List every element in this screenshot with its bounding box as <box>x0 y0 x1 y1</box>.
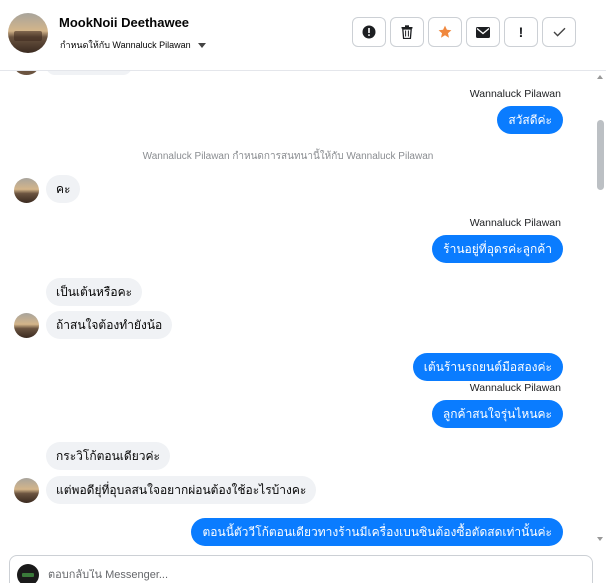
message-thread[interactable]: Wannaluck Pilawan สวัสดีค่ะ Wannaluck Pi… <box>0 71 606 547</box>
delete-button[interactable] <box>390 17 424 47</box>
assignee-label: กำหนดให้กับ Wannaluck Pilawan <box>60 40 191 50</box>
exclamation-icon: ! <box>518 24 524 40</box>
message-bubble-outgoing[interactable]: สวัสดีค่ะ <box>497 106 563 134</box>
trash-icon <box>401 25 413 39</box>
sender-name: Wannaluck Pilawan <box>469 88 561 100</box>
envelope-icon <box>476 26 490 38</box>
scrollbar-thumb[interactable] <box>597 120 604 190</box>
sender-name: Wannaluck Pilawan <box>469 382 561 394</box>
message-bubble-incoming[interactable]: แต่พอดียุ่ที่อุบลสนใจอยากผ่อนต้องใช้อะไร… <box>46 476 317 504</box>
contact-avatar[interactable] <box>8 13 48 53</box>
assignee-dropdown[interactable]: กำหนดให้กับ Wannaluck Pilawan <box>60 38 206 52</box>
mark-done-button[interactable] <box>542 17 576 47</box>
reply-input[interactable] <box>48 569 568 581</box>
scroll-up-icon[interactable] <box>597 75 603 79</box>
contact-avatar-small <box>14 178 39 203</box>
message-bubble-outgoing[interactable]: ลูกค้าสนใจรุ่นไหนคะ <box>431 400 563 428</box>
system-note: Wannaluck Pilawan กำหนดการสนทนานี้ให้กับ… <box>142 151 434 162</box>
message-bubble-incoming[interactable]: ถ้าสนใจต้องทำยังน้อ <box>46 311 173 339</box>
message-bubble-incoming <box>46 71 132 75</box>
contact-avatar-small <box>14 71 39 75</box>
message-bubble-outgoing[interactable]: เต้นร้านรถยนต์มือสองค่ะ <box>412 353 563 381</box>
page-avatar <box>17 564 39 583</box>
contact-avatar-small <box>14 313 39 338</box>
contact-name[interactable]: MookNoii Deethawee <box>59 15 189 30</box>
conversation-toolbar: ! <box>352 17 576 47</box>
check-icon <box>553 27 565 37</box>
reply-composer <box>9 555 593 583</box>
message-bubble-outgoing[interactable]: ตอนนี้ตัววีโก้ตอนเดียวทางร้านมีเครื่องเบ… <box>191 518 563 546</box>
message-bubble-incoming[interactable]: กระวิโก้ตอนเดียวค่ะ <box>46 442 170 470</box>
mark-unread-button[interactable] <box>466 17 500 47</box>
message-bubble-outgoing[interactable]: ร้านอยู่ที่อุดรค่ะลูกค้า <box>432 235 563 263</box>
message-bubble-incoming[interactable]: เป็นเต้นหรือคะ <box>46 278 143 306</box>
chevron-down-icon <box>197 43 206 48</box>
star-button[interactable] <box>428 17 462 47</box>
message-bubble-incoming[interactable]: คะ <box>46 175 81 203</box>
contact-avatar-small <box>14 478 39 503</box>
conversation-header: MookNoii Deethawee กำหนดให้กับ Wannaluck… <box>0 0 606 71</box>
alert-circle-icon <box>362 25 376 39</box>
star-icon <box>438 25 452 38</box>
scroll-down-icon[interactable] <box>597 537 603 541</box>
sender-name: Wannaluck Pilawan <box>469 217 561 229</box>
spam-button[interactable] <box>352 17 386 47</box>
follow-up-button[interactable]: ! <box>504 17 538 47</box>
